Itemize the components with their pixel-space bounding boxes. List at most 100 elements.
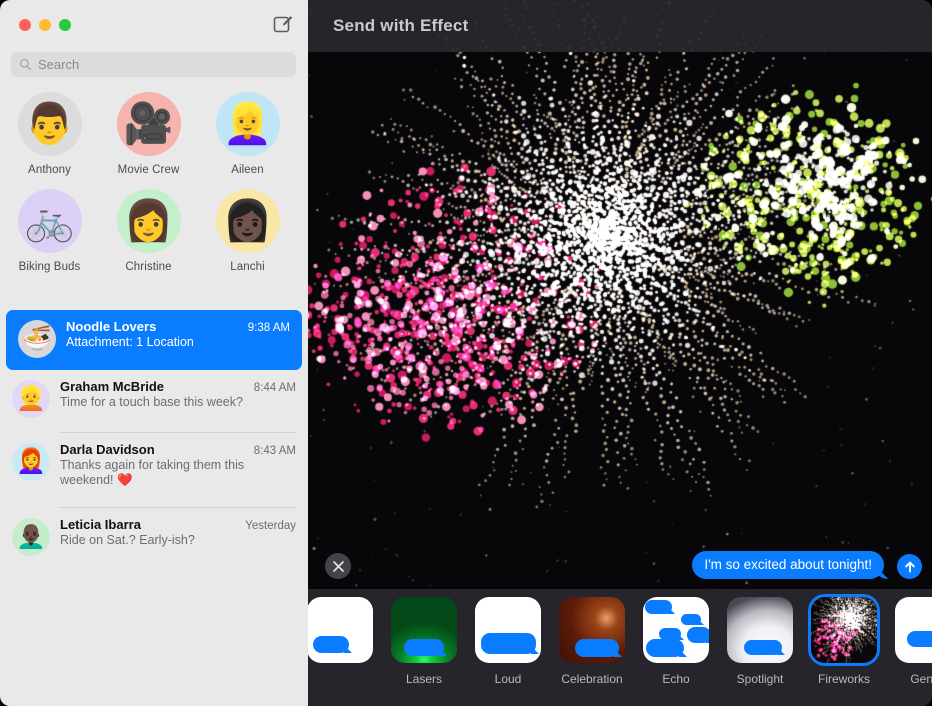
effect-option-celebration[interactable]: Celebration [550, 589, 634, 686]
preview-header: Send with Effect [308, 0, 932, 52]
effect-option-spotlight[interactable]: Spotlight [718, 589, 802, 686]
pinned-avatar: 👨 [17, 92, 82, 156]
pinned-label: Movie Crew [117, 164, 180, 176]
effect-label: Loud [494, 672, 522, 686]
conversation-name: Leticia Ibarra [60, 517, 141, 532]
mini-bubble [687, 627, 709, 643]
pinned-row-1: 👨 Anthony 🎥 Movie Crew 👱‍♀️ Aileen [0, 92, 308, 176]
message-preview-bar: I'm so excited about tonight! [308, 545, 932, 589]
avatar: 🍜 [18, 320, 56, 358]
conversation-preview: Ride on Sat.? Early-ish? [60, 533, 195, 547]
mini-bubble [313, 636, 349, 653]
message-bubble: I'm so excited about tonight! [692, 551, 884, 579]
mini-bubble [744, 640, 782, 655]
effect-option-lasers[interactable]: Lasers [382, 589, 466, 686]
effect-thumbnail [391, 597, 457, 663]
mini-bubble [681, 614, 701, 625]
conversation-preview: Attachment: 1 Location [66, 335, 194, 349]
pinned-avatar: 🎥 [116, 92, 181, 156]
pinned-avatar-glyph: 👱‍♀️ [222, 102, 273, 146]
conversation-time: Yesterday [245, 520, 296, 532]
pinned-item-lanchi[interactable]: 👩🏿 Lanchi [198, 189, 297, 273]
conversation-preview: Thanks again for taking them this weeken… [60, 458, 245, 487]
conversation-row-darla-davidson[interactable]: 👩‍🦰 Darla Davidson 8:43 AM Thanks again … [0, 433, 308, 507]
page-title: Send with Effect [333, 16, 469, 35]
conversation-time: 8:43 AM [253, 445, 296, 457]
messages-window: Search 👨 Anthony 🎥 Movie Crew [0, 0, 932, 706]
conversation-name: Noodle Lovers [66, 319, 157, 334]
conversation-preview: Time for a touch base this week? [60, 395, 243, 409]
conversation-name: Darla Davidson [60, 442, 155, 457]
effects-strip[interactable]: Lasers Loud Celebration Echo Spotlight F… [308, 589, 932, 706]
mini-bubble [481, 633, 536, 654]
mini-bubble [907, 631, 932, 647]
pinned-avatar-glyph: 🚲 [24, 199, 75, 243]
avatar-glyph: 👩‍🦰 [16, 448, 46, 475]
conversation-body: Noodle Lovers 9:38 AM Attachment: 1 Loca… [66, 318, 290, 370]
pinned-avatar-glyph: 👩 [123, 199, 174, 243]
conversation-row-graham-mcbride[interactable]: 👱 Graham McBride 8:44 AM Time for a touc… [0, 370, 308, 432]
pinned-label: Anthony [28, 164, 71, 176]
pinned-item-biking-buds[interactable]: 🚲 Biking Buds [0, 189, 99, 273]
effect-label: Spotlight [736, 672, 784, 686]
mini-bubble [575, 639, 619, 657]
mini-bubble [404, 639, 444, 656]
send-arrow-up-icon[interactable] [897, 554, 922, 579]
effect-label: Echo [662, 672, 690, 686]
effect-thumbnail [559, 597, 625, 663]
effect-option-fireworks[interactable]: Fireworks [802, 589, 886, 686]
effect-label: Celebration [561, 672, 623, 686]
effect-thumbnail [643, 597, 709, 663]
search-placeholder: Search [38, 57, 80, 72]
effects-scroller: Lasers Loud Celebration Echo Spotlight F… [308, 589, 932, 686]
pinned-item-aileen[interactable]: 👱‍♀️ Aileen [198, 92, 297, 176]
conversation-list: 🍜 Noodle Lovers 9:38 AM Attachment: 1 Lo… [0, 310, 308, 570]
pinned-avatar-glyph: 🎥 [123, 102, 174, 146]
effect-option-loud[interactable]: Loud [466, 589, 550, 686]
compose-pencil-icon[interactable] [271, 12, 295, 36]
mini-bubble [645, 600, 672, 614]
effect-thumbnail [895, 597, 932, 663]
effect-thumbnail [811, 597, 877, 663]
effect-label: Lasers [405, 672, 443, 686]
conversation-time: 9:38 AM [247, 322, 290, 334]
titlebar [0, 0, 308, 46]
effect-label: Gentle [910, 672, 932, 686]
search-input[interactable]: Search [11, 52, 296, 77]
effect-thumbnail [475, 597, 541, 663]
pinned-label: Aileen [231, 164, 264, 176]
effect-label: Fireworks [817, 672, 870, 686]
close-window-button[interactable] [19, 19, 31, 31]
conversation-body: Graham McBride 8:44 AM Time for a touch … [60, 378, 296, 432]
conversation-body: Leticia Ibarra Yesterday Ride on Sat.? E… [60, 516, 296, 570]
effect-option-echo[interactable]: Echo [634, 589, 718, 686]
pinned-row-2: 🚲 Biking Buds 👩 Christine 👩🏿 Lanchi [0, 189, 308, 273]
conversation-row-leticia-ibarra[interactable]: 👨🏿‍🦲 Leticia Ibarra Yesterday Ride on Sa… [0, 508, 308, 570]
pinned-item-anthony[interactable]: 👨 Anthony [0, 92, 99, 176]
search-icon [19, 58, 32, 71]
conversation-row-noodle-lovers[interactable]: 🍜 Noodle Lovers 9:38 AM Attachment: 1 Lo… [6, 310, 302, 370]
sidebar: Search 👨 Anthony 🎥 Movie Crew [0, 0, 308, 706]
mini-bubble [646, 639, 684, 657]
effect-thumbnail [308, 597, 373, 663]
traffic-lights [19, 19, 71, 31]
pinned-avatar-glyph: 👨 [24, 102, 75, 146]
pinned-label: Lanchi [230, 261, 265, 273]
conversation-name: Graham McBride [60, 379, 165, 394]
pinned-avatar: 🚲 [17, 189, 82, 253]
avatar: 👩‍🦰 [12, 443, 50, 481]
pinned-item-christine[interactable]: 👩 Christine [99, 189, 198, 273]
zoom-window-button[interactable] [59, 19, 71, 31]
effect-option-gentle[interactable]: Gentle [886, 589, 932, 686]
pinned-avatar: 👱‍♀️ [215, 92, 280, 156]
avatar-glyph: 👱 [16, 385, 46, 412]
minimize-window-button[interactable] [39, 19, 51, 31]
effect-preview-pane: Send with Effect I'm so excited about to… [308, 0, 932, 706]
pinned-conversations: 👨 Anthony 🎥 Movie Crew 👱‍♀️ Aileen [0, 92, 308, 308]
effect-option-partial[interactable] [308, 589, 382, 672]
pinned-avatar: 👩 [116, 189, 181, 253]
pinned-avatar: 👩🏿 [215, 189, 280, 253]
conversation-time: 8:44 AM [253, 382, 296, 394]
close-x-icon[interactable] [325, 553, 351, 579]
pinned-item-movie-crew[interactable]: 🎥 Movie Crew [99, 92, 198, 176]
